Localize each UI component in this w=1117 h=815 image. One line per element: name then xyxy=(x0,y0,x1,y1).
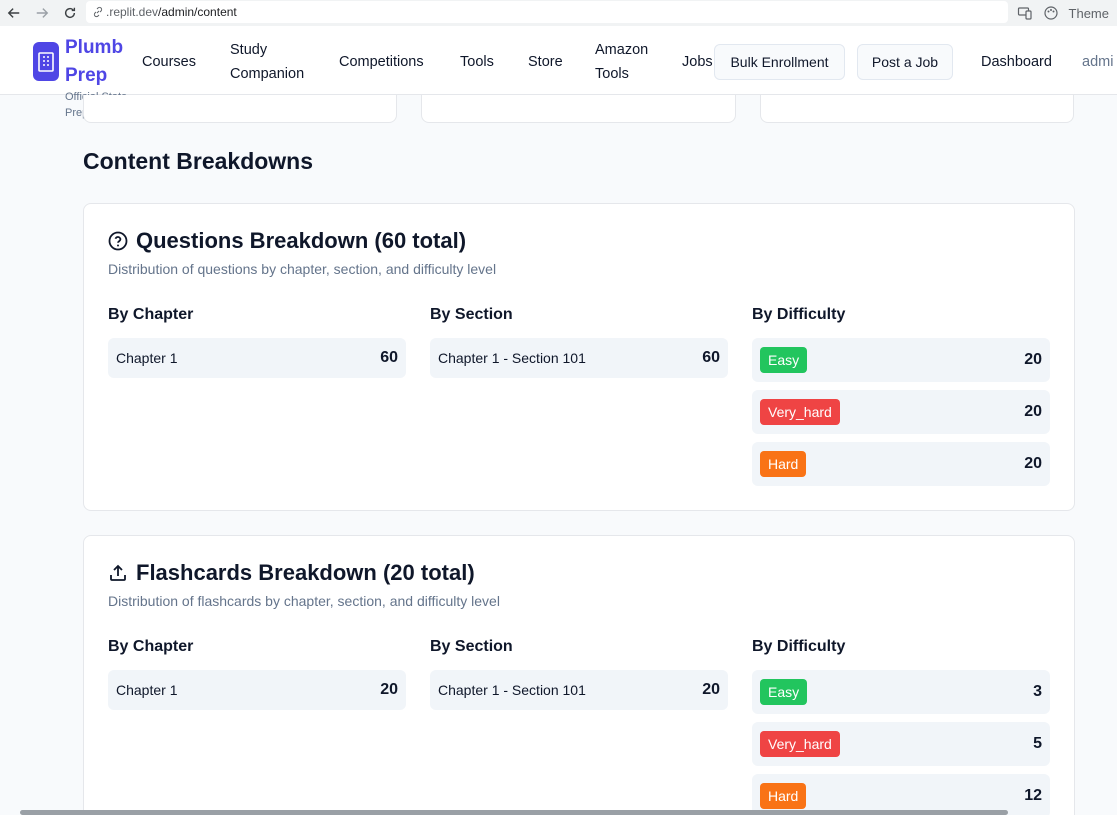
by-section-heading: By Section xyxy=(430,306,513,323)
difficulty-row: Very_hard 5 xyxy=(752,722,1050,766)
questions-breakdown-card: Questions Breakdown (60 total) Distribut… xyxy=(83,203,1075,511)
app-header: Plumb Prep Official State Prep Course Co… xyxy=(0,26,1117,119)
flashcards-description: Distribution of flashcards by chapter, s… xyxy=(108,593,500,609)
difficulty-count: 20 xyxy=(1024,351,1042,368)
difficulty-count: 20 xyxy=(1024,403,1042,420)
nav-competitions[interactable]: Competitions xyxy=(339,50,424,74)
nav-dashboard[interactable]: Dashboard xyxy=(981,50,1052,74)
nav-courses[interactable]: Courses xyxy=(142,50,196,74)
section-count: 60 xyxy=(702,349,720,366)
difficulty-row: Very_hard 20 xyxy=(752,390,1050,434)
back-icon[interactable] xyxy=(0,0,28,26)
brand-name[interactable]: Plumb Prep xyxy=(65,34,135,90)
section-row: Chapter 1 - Section 101 20 xyxy=(430,670,728,710)
questions-title: Questions Breakdown (60 total) xyxy=(136,228,467,253)
section-name: Chapter 1 - Section 101 xyxy=(438,682,586,698)
by-difficulty-heading: By Difficulty xyxy=(752,306,846,323)
chapter-count: 60 xyxy=(380,349,398,366)
address-bar[interactable]: .replit.dev/admin/content xyxy=(86,1,1008,23)
post-job-button[interactable]: Post a Job xyxy=(857,44,953,80)
difficulty-badge: Very_hard xyxy=(760,399,840,425)
difficulty-row: Easy 20 xyxy=(752,338,1050,382)
stat-card xyxy=(83,95,397,123)
difficulty-badge: Very_hard xyxy=(760,731,840,757)
chapter-row: Chapter 1 20 xyxy=(108,670,406,710)
flashcards-title: Flashcards Breakdown (20 total) xyxy=(136,560,475,585)
nav-study-companion[interactable]: Study Companion xyxy=(230,38,320,86)
questions-description: Distribution of questions by chapter, se… xyxy=(108,261,497,277)
nav-admin[interactable]: admi xyxy=(1082,50,1113,74)
difficulty-badge: Hard xyxy=(760,451,807,477)
difficulty-count: 20 xyxy=(1024,455,1042,472)
site-info-icon[interactable] xyxy=(92,6,104,18)
devices-icon[interactable] xyxy=(1017,5,1033,21)
nav-tools[interactable]: Tools xyxy=(460,50,494,74)
section-row: Chapter 1 - Section 101 60 xyxy=(430,338,728,378)
chapter-count: 20 xyxy=(380,681,398,698)
difficulty-row: Hard 12 xyxy=(752,774,1050,815)
by-section-heading: By Section xyxy=(430,638,513,655)
building-icon[interactable] xyxy=(33,42,59,81)
reload-icon[interactable] xyxy=(56,0,84,26)
page-title: Content Breakdowns xyxy=(83,148,314,174)
chapter-row: Chapter 1 60 xyxy=(108,338,406,378)
chapter-name: Chapter 1 xyxy=(116,350,178,366)
chapter-name: Chapter 1 xyxy=(116,682,178,698)
difficulty-badge: Easy xyxy=(760,679,808,705)
theme-label[interactable]: Theme xyxy=(1069,6,1109,21)
bulk-enrollment-button[interactable]: Bulk Enrollment xyxy=(714,44,845,80)
difficulty-row: Hard 20 xyxy=(752,442,1050,486)
difficulty-count: 3 xyxy=(1033,683,1042,700)
difficulty-badge: Easy xyxy=(760,347,808,373)
flashcards-breakdown-card: Flashcards Breakdown (20 total) Distribu… xyxy=(83,535,1075,815)
difficulty-row: Easy 3 xyxy=(752,670,1050,714)
url-path: /admin/content xyxy=(158,5,237,19)
section-count: 20 xyxy=(702,681,720,698)
url-host: .replit.dev xyxy=(106,5,159,19)
difficulty-count: 12 xyxy=(1024,787,1042,804)
difficulty-count: 5 xyxy=(1033,735,1042,752)
stat-card xyxy=(760,95,1074,123)
nav-jobs[interactable]: Jobs xyxy=(682,50,713,74)
help-circle-icon xyxy=(108,231,128,251)
nav-store[interactable]: Store xyxy=(528,50,563,74)
upload-icon xyxy=(108,563,128,583)
forward-icon[interactable] xyxy=(28,0,56,26)
section-name: Chapter 1 - Section 101 xyxy=(438,350,586,366)
browser-toolbar: .replit.dev/admin/content Theme xyxy=(0,0,1117,26)
palette-icon[interactable] xyxy=(1043,5,1059,21)
by-difficulty-heading: By Difficulty xyxy=(752,638,846,655)
nav-amazon-tools[interactable]: Amazon Tools xyxy=(595,38,657,86)
by-chapter-heading: By Chapter xyxy=(108,306,194,323)
stat-card xyxy=(421,95,736,123)
horizontal-scrollbar[interactable] xyxy=(20,810,1008,815)
by-chapter-heading: By Chapter xyxy=(108,638,194,655)
difficulty-badge: Hard xyxy=(760,783,807,809)
